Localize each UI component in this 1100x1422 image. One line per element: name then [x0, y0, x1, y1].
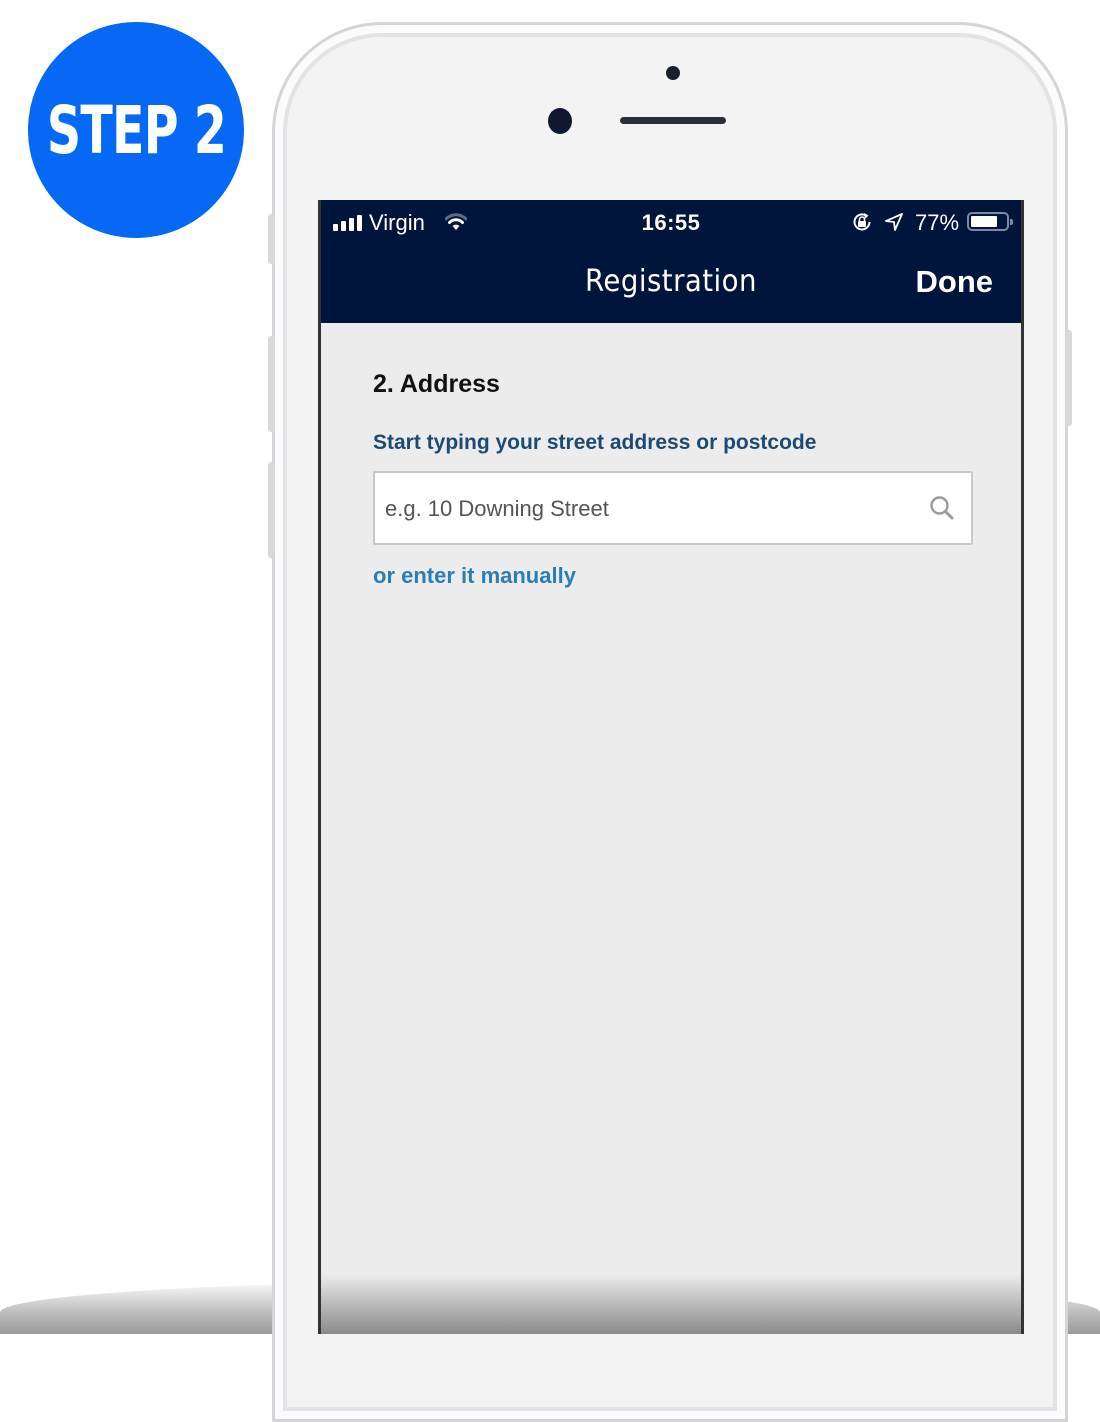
address-search-box[interactable]: [373, 471, 973, 545]
location-arrow-icon: [885, 213, 903, 231]
phone-mute-switch: [268, 214, 274, 264]
screen-bottom-shade: [321, 1274, 1021, 1334]
done-button[interactable]: Done: [916, 264, 994, 300]
battery-icon: [967, 212, 1013, 231]
earpiece-speaker: [620, 117, 726, 124]
step-badge-label: STEP 2: [46, 91, 226, 169]
address-search-input[interactable]: [383, 473, 917, 545]
battery-percent: 77%: [915, 210, 960, 235]
battery-level-fill: [971, 216, 997, 227]
phone-volume-down-button: [268, 462, 274, 558]
section-title: 2. Address: [373, 370, 500, 398]
phone-volume-up-button: [268, 336, 274, 432]
phone-screen: Virgin 16:55 77% Registration Done 2. Ad…: [318, 200, 1024, 1334]
status-bar: Virgin 16:55 77%: [321, 200, 1021, 244]
page-title: Registration: [585, 264, 757, 299]
rotation-lock-icon: [853, 213, 871, 231]
step-badge: STEP 2: [28, 22, 244, 238]
front-camera: [548, 108, 572, 134]
enter-manually-link[interactable]: or enter it manually: [373, 563, 576, 589]
search-icon[interactable]: [929, 495, 955, 521]
address-field-label: Start typing your street address or post…: [373, 431, 817, 454]
phone-power-button: [1066, 330, 1072, 426]
proximity-sensor: [666, 66, 680, 80]
address-form: 2. Address Start typing your street addr…: [373, 370, 975, 589]
top-bar: Virgin 16:55 77% Registration Done: [321, 200, 1021, 323]
